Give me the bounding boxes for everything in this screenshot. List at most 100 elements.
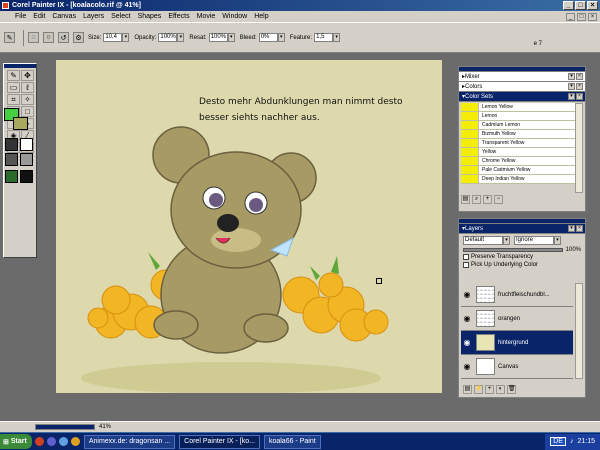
layers-menu-icon[interactable]: ▾ — [568, 225, 575, 232]
menu-effects[interactable]: Effects — [168, 13, 189, 20]
quicklaunch-mail-icon[interactable] — [70, 437, 80, 446]
delete-color-icon[interactable]: − — [494, 195, 503, 204]
size-field[interactable]: 10,4 — [103, 33, 123, 42]
stroke-type-icon[interactable]: ○ — [43, 32, 54, 43]
eye-icon[interactable]: ◉ — [461, 362, 473, 371]
color-set-row[interactable]: Chrome Yellow — [461, 157, 576, 166]
mixer-header[interactable]: ▸ Mixer ▾ × — [459, 72, 585, 82]
colors-close-icon[interactable]: × — [576, 83, 583, 90]
add-color-icon[interactable]: + — [483, 195, 492, 204]
colors-menu-icon[interactable]: ▾ — [568, 83, 575, 90]
menu-select[interactable]: Select — [111, 13, 130, 20]
menu-layers[interactable]: Layers — [83, 13, 104, 20]
brush-tool-icon[interactable]: ✎ — [7, 70, 20, 81]
reset-tool-icon[interactable]: ↺ — [58, 32, 69, 43]
size-dropdown[interactable]: ▾ — [122, 33, 130, 42]
pickup-color-checkbox[interactable] — [463, 262, 469, 268]
layer-row[interactable]: ◉ Canvas — [461, 355, 573, 379]
composite-method-select[interactable]: Default — [463, 236, 503, 245]
rect-select-icon[interactable]: ▭ — [7, 82, 20, 93]
color-set-row[interactable]: Cadmium Lemon — [461, 121, 576, 130]
color-set-row[interactable]: Deep Indian Yellow — [461, 175, 576, 184]
depth-dropdown[interactable]: ▾ — [554, 236, 561, 245]
pattern-selector-icon[interactable] — [5, 153, 18, 166]
task-paint[interactable]: koala66 - Paint — [263, 434, 321, 449]
resat-field[interactable]: 100% — [208, 33, 228, 42]
layer-row[interactable]: ◉ fruchtfleischundbl... — [461, 283, 573, 307]
composite-dropdown[interactable]: ▾ — [503, 236, 510, 245]
look-selector-icon[interactable] — [5, 170, 18, 183]
layers-header[interactable]: ▾ Layers ▾ × — [459, 224, 585, 234]
dab-type-icon[interactable]: ◌ — [28, 32, 39, 43]
layer-row[interactable]: ◉ orangen — [461, 307, 573, 331]
additional-color-swatch[interactable] — [13, 117, 28, 130]
brush-settings-icon[interactable]: ⚙ — [73, 32, 84, 43]
quicklaunch-messenger-icon[interactable] — [46, 437, 56, 446]
layer-adjuster-icon[interactable]: ✥ — [21, 70, 34, 81]
mixer-menu-icon[interactable]: ▾ — [568, 73, 575, 80]
feature-field[interactable]: 1,5 — [314, 33, 334, 42]
menu-help[interactable]: Help — [254, 13, 268, 20]
brush-icon[interactable]: ✎ — [4, 32, 15, 43]
color-set-row[interactable]: Pale Cadmium Yellow — [461, 166, 576, 175]
doc-minimize-button[interactable]: _ — [566, 12, 575, 21]
menu-window[interactable]: Window — [222, 13, 247, 20]
quicklaunch-ie-icon[interactable] — [58, 437, 68, 446]
selection-marker[interactable] — [376, 278, 382, 284]
mixer-close-icon[interactable]: × — [576, 73, 583, 80]
opacity-slider[interactable] — [463, 248, 563, 252]
color-set-row[interactable]: Yellow — [461, 148, 576, 157]
colors-header[interactable]: ▸ Colors ▾ × — [459, 82, 585, 92]
color-sets-close-icon[interactable]: × — [576, 93, 583, 100]
color-sets-header[interactable]: ▾ Color Sets ▾ × — [459, 92, 585, 102]
layers-close-icon[interactable]: × — [576, 225, 583, 232]
minimize-button[interactable]: _ — [563, 1, 574, 10]
color-set-library-icon[interactable]: ▤ — [461, 195, 470, 204]
resat-dropdown[interactable]: ▾ — [227, 33, 235, 42]
dynamic-plugins-icon[interactable]: ⚡ — [474, 385, 483, 394]
language-indicator[interactable]: DE — [550, 437, 566, 446]
preserve-transparency-checkbox[interactable] — [463, 254, 469, 260]
weave-selector-icon[interactable] — [20, 170, 33, 183]
color-sets-menu-icon[interactable]: ▾ — [568, 93, 575, 100]
menu-file[interactable]: File — [15, 13, 26, 20]
color-set-row[interactable]: Lemon Yellow — [461, 103, 576, 112]
menu-shapes[interactable]: Shapes — [138, 13, 162, 20]
color-set-row[interactable]: Bizmuth Yellow — [461, 130, 576, 139]
delete-layer-icon[interactable]: 🗑 — [507, 385, 516, 394]
clock[interactable]: 21:15 — [577, 438, 595, 445]
zoom-slider[interactable] — [35, 424, 95, 430]
nozzle-selector-icon[interactable] — [20, 153, 33, 166]
opacity-dropdown[interactable]: ▾ — [177, 33, 185, 42]
doc-close-button[interactable]: × — [588, 12, 597, 21]
color-set-row[interactable]: Transparent Yellow — [461, 139, 576, 148]
doc-restore-button[interactable]: □ — [577, 12, 586, 21]
composite-depth-select[interactable]: Ignore — [514, 236, 554, 245]
menu-movie[interactable]: Movie — [197, 13, 216, 20]
layers-scrollbar[interactable] — [575, 283, 583, 379]
layer-commands-icon[interactable]: ▤ — [463, 385, 472, 394]
gradient-selector-icon[interactable] — [20, 138, 33, 151]
color-sets-scrollbar[interactable] — [575, 103, 583, 193]
rect-shape-icon[interactable]: □ — [21, 106, 34, 117]
find-color-icon[interactable]: ⌕ — [472, 195, 481, 204]
speaker-icon[interactable]: ♪ — [570, 438, 574, 445]
eye-icon[interactable]: ◉ — [461, 290, 473, 299]
start-button[interactable]: ⊞ Start — [0, 434, 32, 449]
bleed-dropdown[interactable]: ▾ — [277, 33, 285, 42]
new-layer-icon[interactable]: + — [485, 385, 494, 394]
create-mask-icon[interactable]: ◐ — [496, 385, 505, 394]
task-animexx[interactable]: Animexx.de: dragonsan ... — [83, 434, 176, 449]
close-button[interactable]: × — [587, 1, 598, 10]
maximize-button[interactable]: □ — [575, 1, 586, 10]
layer-row-selected[interactable]: ◉ hintergrund — [461, 331, 573, 355]
bleed-field[interactable]: 0% — [258, 33, 278, 42]
quicklaunch-browser-icon[interactable] — [34, 437, 44, 446]
crop-icon[interactable]: ⌗ — [7, 94, 20, 105]
menu-canvas[interactable]: Canvas — [52, 13, 76, 20]
lasso-icon[interactable]: ℓ — [21, 82, 34, 93]
canvas-area[interactable]: Desto mehr Abdunklungen man nimmt desto … — [56, 60, 442, 393]
menu-edit[interactable]: Edit — [33, 13, 45, 20]
paper-selector-icon[interactable] — [5, 138, 18, 151]
eye-icon[interactable]: ◉ — [461, 338, 473, 347]
